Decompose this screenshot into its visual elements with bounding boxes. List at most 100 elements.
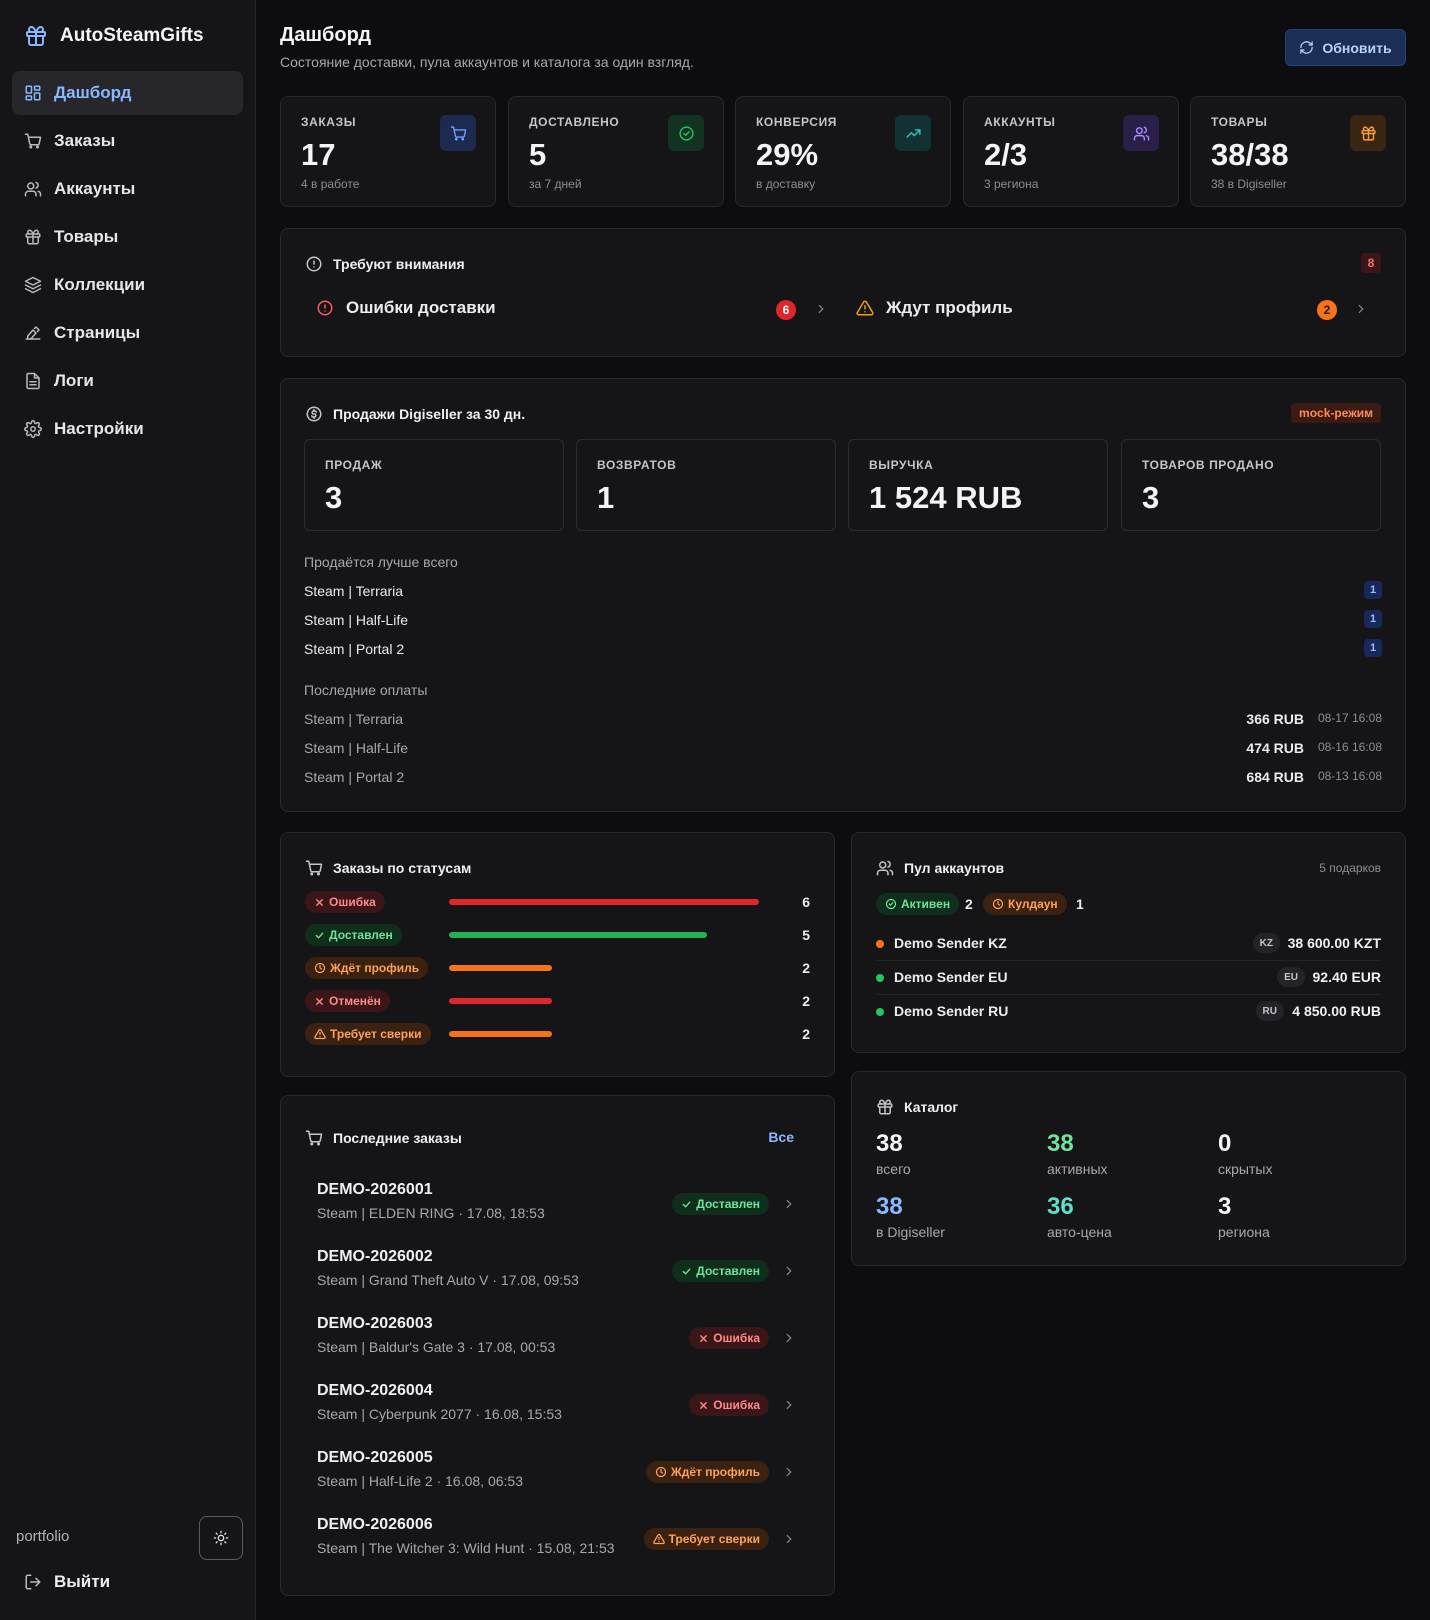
- catalog-value: 38: [876, 1130, 903, 1157]
- catalog-title: Каталог: [876, 1098, 958, 1116]
- x-icon: [698, 1400, 709, 1411]
- users-icon: [24, 180, 42, 198]
- trending-up-icon: [895, 115, 931, 151]
- status-chip-label: Доставлен: [696, 1264, 760, 1278]
- sidebar-item-pages[interactable]: Страницы: [12, 311, 243, 355]
- order-status-badge: Требует сверки: [643, 1528, 769, 1550]
- best-sellers-label: Продаётся лучше всего: [304, 554, 458, 570]
- stat-label: АККАУНТЫ: [984, 115, 1056, 129]
- sales-metric-items-sold: ТОВАРОВ ПРОДАНО 3: [1121, 439, 1381, 531]
- stat-value: 2/3: [984, 137, 1028, 172]
- stat-card-products[interactable]: ТОВАРЫ 38/38 38 в Digiseller: [1190, 96, 1406, 207]
- stat-card-delivered[interactable]: ДОСТАВЛЕНО 5 за 7 дней: [508, 96, 724, 207]
- stat-value: 5: [529, 137, 547, 172]
- accounts-pool-title-text: Пул аккаунтов: [904, 860, 1005, 876]
- mock-mode-badge: mock-режим: [1291, 403, 1381, 423]
- payment-amount: 684 RUB: [1246, 769, 1304, 785]
- stat-card-conversion[interactable]: КОНВЕРСИЯ 29% в доставку: [735, 96, 951, 207]
- sales-metric-value: 3: [1142, 480, 1160, 515]
- workspace-label: portfolio: [16, 1528, 70, 1545]
- warning-icon: [652, 1533, 665, 1545]
- stat-value: 17: [301, 137, 336, 172]
- order-status-badge: Ошибка: [689, 1327, 769, 1349]
- order-desc: Steam | Cyberpunk 2077 · 16.08, 15:53: [317, 1406, 562, 1422]
- orders-by-status-title-text: Заказы по статусам: [333, 860, 472, 876]
- sidebar-item-orders[interactable]: Заказы: [12, 119, 243, 163]
- chevron-right-icon[interactable]: [1354, 302, 1368, 316]
- chevron-right-icon[interactable]: [782, 1532, 796, 1546]
- catalog-label: в Digiseller: [876, 1224, 945, 1240]
- x-icon: [698, 1333, 709, 1344]
- recent-orders-card: Последние заказы Все DEMO-2026001 Steam |…: [280, 1095, 835, 1596]
- sidebar-item-products[interactable]: Товары: [12, 215, 243, 259]
- sidebar-item-label: Аккаунты: [54, 179, 136, 198]
- catalog-value: 36: [1047, 1193, 1074, 1220]
- logout-button[interactable]: Выйти: [24, 1572, 110, 1592]
- sidebar-item-settings[interactable]: Настройки: [12, 407, 243, 451]
- status-count: 2: [802, 1026, 810, 1042]
- cart-icon: [305, 859, 323, 877]
- chevron-right-icon[interactable]: [782, 1465, 796, 1479]
- stat-card-orders[interactable]: ЗАКАЗЫ 17 4 в работе: [280, 96, 496, 207]
- page-title: Дашборд: [280, 24, 372, 46]
- status-bar: [449, 998, 552, 1004]
- stat-label: КОНВЕРСИЯ: [756, 115, 838, 129]
- users-icon: [876, 859, 894, 877]
- attention-item-delivery-errors[interactable]: Ошибки доставки: [316, 298, 496, 318]
- chevron-right-icon[interactable]: [782, 1264, 796, 1278]
- attention-item-awaiting-profile[interactable]: Ждут профиль: [856, 298, 1013, 318]
- best-seller-item: Steam | Portal 2: [304, 641, 405, 657]
- sidebar-item-logs[interactable]: Логи: [12, 359, 243, 403]
- sidebar-item-accounts[interactable]: Аккаунты: [12, 167, 243, 211]
- account-name: Demo Sender RU: [894, 1003, 1009, 1019]
- catalog-value: 38: [876, 1193, 903, 1220]
- region-chip: EU: [1277, 967, 1305, 987]
- warning-icon: [314, 1028, 326, 1040]
- status-chip-label: Ждёт профиль: [670, 1465, 760, 1479]
- region-chip: KZ: [1252, 933, 1280, 953]
- stat-hint: 38 в Digiseller: [1211, 177, 1287, 191]
- status-chip-label: Ошибка: [713, 1331, 760, 1345]
- best-seller-count: 1: [1364, 610, 1382, 628]
- catalog-label: всего: [876, 1161, 911, 1177]
- gifts-hint: 5 подарков: [1319, 861, 1381, 875]
- stat-hint: 3 региона: [984, 177, 1039, 191]
- sales-metric-label: ТОВАРОВ ПРОДАНО: [1142, 458, 1275, 472]
- sales-metric-label: ВОЗВРАТОВ: [597, 458, 677, 472]
- alert-circle-icon: [316, 299, 334, 317]
- order-id: DEMO-2026002: [317, 1248, 433, 1265]
- chevron-right-icon[interactable]: [782, 1197, 796, 1211]
- sidebar-item-label: Дашборд: [54, 83, 132, 102]
- status-chip-label: Доставлен: [329, 928, 393, 942]
- main-nav: Дашборд Заказы Аккаунты Товары Коллекции…: [12, 71, 243, 455]
- best-seller-item: Steam | Terraria: [304, 583, 404, 599]
- refresh-button[interactable]: Обновить: [1285, 29, 1406, 66]
- sidebar-item-collections[interactable]: Коллекции: [12, 263, 243, 307]
- gift-icon: [876, 1098, 894, 1116]
- sales-title-text: Продажи Digiseller за 30 дн.: [333, 406, 526, 422]
- theme-toggle-button[interactable]: [199, 1516, 243, 1560]
- sidebar-item-label: Заказы: [54, 131, 116, 150]
- sidebar-item-dashboard[interactable]: Дашборд: [12, 71, 243, 115]
- status-chip: Доставлен: [305, 924, 402, 946]
- catalog-label: авто-цена: [1047, 1224, 1112, 1240]
- status-dot: [876, 940, 884, 948]
- check-icon: [681, 1199, 692, 1210]
- order-desc: Steam | ELDEN RING · 17.08, 18:53: [317, 1205, 545, 1221]
- users-icon: [1123, 115, 1159, 151]
- clock-icon: [314, 962, 326, 974]
- sidebar-item-label: Товары: [54, 227, 119, 246]
- catalog-value: 38: [1047, 1130, 1074, 1157]
- chevron-right-icon[interactable]: [782, 1331, 796, 1345]
- brand[interactable]: AutoSteamGifts: [24, 24, 204, 48]
- cooldown-chip-label: Кулдаун: [1008, 897, 1058, 911]
- stat-hint: в доставку: [756, 177, 816, 191]
- stat-label: ТОВАРЫ: [1211, 115, 1268, 129]
- stat-card-accounts[interactable]: АККАУНТЫ 2/3 3 региона: [963, 96, 1179, 207]
- cart-icon: [305, 1129, 323, 1147]
- status-chip: Ждёт профиль: [305, 957, 429, 979]
- chevron-right-icon[interactable]: [782, 1398, 796, 1412]
- all-orders-link[interactable]: Все: [768, 1129, 794, 1145]
- status-chip: Требует сверки: [305, 1023, 431, 1045]
- gift-icon: [24, 228, 42, 246]
